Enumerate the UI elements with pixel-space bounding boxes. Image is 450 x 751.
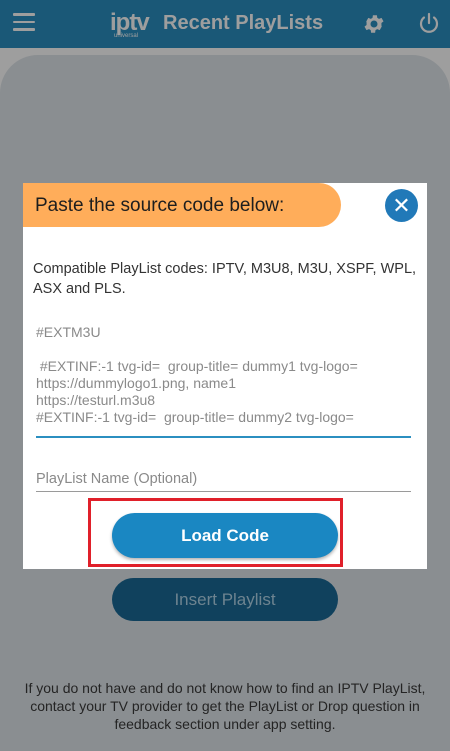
source-code-input[interactable]: #EXTM3U #EXTINF:-1 tvg-id= group-title= … bbox=[36, 324, 411, 438]
code-line: #EXTM3U bbox=[36, 324, 101, 340]
code-line: https://testurl.m3u8 bbox=[36, 392, 156, 408]
dialog-header: Paste the source code below: bbox=[23, 183, 341, 227]
paste-source-dialog: Paste the source code below: ✕ Compatibl… bbox=[23, 183, 427, 569]
code-line: #EXTINF:-1 tvg-id= group-title= dummy1 t… bbox=[36, 358, 362, 391]
close-icon[interactable]: ✕ bbox=[385, 189, 418, 222]
load-code-button[interactable]: Load Code bbox=[112, 513, 338, 558]
code-line: #EXTINF:-1 tvg-id= group-title= dummy2 t… bbox=[36, 409, 354, 425]
playlist-name-input[interactable]: PlayList Name (Optional) bbox=[36, 467, 411, 492]
compatible-codes-text: Compatible PlayList codes: IPTV, M3U8, M… bbox=[33, 261, 417, 297]
dialog-title: Paste the source code below: bbox=[35, 195, 285, 216]
